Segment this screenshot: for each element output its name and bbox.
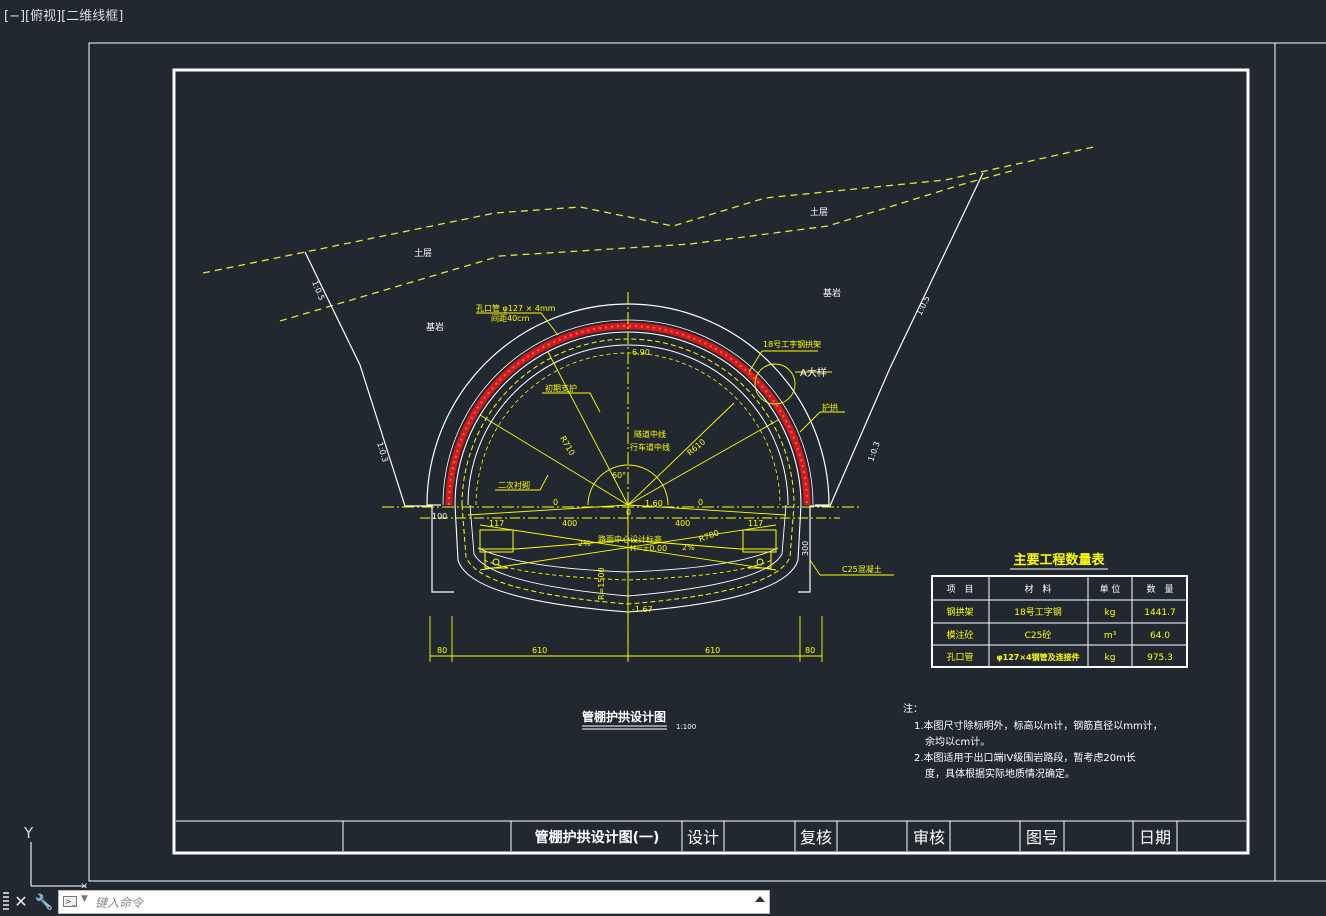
dim-angle: 60°: [612, 471, 626, 480]
dim-r1500: R=1500: [597, 567, 606, 600]
dim-80-right: 80: [805, 646, 815, 655]
bottom-dimension-lines: [429, 616, 823, 662]
dim-top-elev: 6.90: [632, 348, 650, 357]
paper-sheet-border: [88, 42, 1326, 882]
chevron-up-icon[interactable]: [755, 896, 765, 902]
slope-label-upper-left: 1:0.5: [310, 279, 326, 301]
callout-secondary-lining: 二次衬砌: [498, 480, 530, 490]
drawing-canvas[interactable]: 管棚护拱设计图(一) 设计 复核 审核 图号 日期 1:0.5 1:0.5 1:…: [0, 0, 1326, 888]
soil-boundary-lines: [202, 145, 1099, 322]
title-block-date: 日期: [1139, 828, 1171, 847]
dim-r780: R780: [698, 528, 721, 544]
dim-r710: R710: [558, 435, 576, 458]
table-cell: 孔口管: [946, 651, 973, 663]
table-header-cell: 项 目: [946, 584, 973, 595]
dim-400-right: 400: [675, 519, 690, 528]
title-block-review: 复核: [800, 828, 832, 847]
dim-100: 100: [432, 512, 447, 521]
callout-lane-center: 行车道中线: [630, 442, 670, 452]
dim-zero-right: 0: [698, 498, 703, 507]
dim-zero-mid: 0: [626, 508, 631, 517]
command-input[interactable]: [93, 892, 737, 914]
drawing-title: 管棚护拱设计图: [582, 709, 666, 724]
table-cell: 模注砼: [946, 629, 973, 641]
ucs-icon: Y ×: [23, 824, 88, 888]
close-icon[interactable]: ✕: [10, 890, 32, 914]
drawing-frame: [172, 68, 1250, 855]
title-block-design: 设计: [687, 828, 719, 847]
table-header-cell: 数 量: [1146, 583, 1173, 595]
callout-steel-arch: 18号工字钢拱架: [763, 339, 821, 349]
slope-label-upper-right: 1:0.5: [915, 294, 932, 316]
dim-117-left: 117: [489, 519, 504, 528]
slope-label-lower-right: 1:0.3: [866, 440, 881, 462]
drawing-scale: 1:100: [676, 723, 696, 731]
layer-label-bedrock-left: 基岩: [426, 321, 444, 333]
notes-heading: 注：: [903, 702, 923, 715]
notes-line-1: 1.本图尺寸除标明外，标高以m计，钢筋直径以mm计，: [914, 719, 1163, 732]
dim-610-left: 610: [532, 646, 547, 655]
callout-detail-a: A大样: [800, 366, 827, 379]
callout-road-design-elev: 路面中心设计标高: [598, 534, 662, 544]
quantity-table-title: 主要工程数量表: [1013, 552, 1105, 568]
dim-zero-left: 0: [553, 498, 558, 507]
table-cell: φ127×4钢管及连接件: [996, 652, 1079, 662]
dim-300: 300: [801, 541, 810, 556]
table-cell: C25砼: [1025, 629, 1052, 641]
dim-slope-left: 2%: [578, 539, 591, 548]
layer-label-bedrock-right: 基岩: [823, 287, 841, 299]
notes-line-2: 余均以cm计。: [925, 735, 990, 748]
dim-117-right: 117: [748, 519, 763, 528]
ucs-y-label: Y: [23, 824, 34, 842]
command-line-bar: ✕ 🔧 >_ ▼: [0, 888, 1326, 916]
table-cell: 18号工字钢: [1014, 606, 1061, 618]
table-header-cell: 单 位: [1100, 583, 1121, 595]
dim-400-left: 400: [562, 519, 577, 528]
table-cell: 钢拱架: [946, 606, 973, 618]
slope-label-lower-left: 1:0.3: [375, 441, 390, 463]
table-cell: kg: [1105, 608, 1116, 618]
callout-concrete: C25混凝土: [842, 564, 882, 574]
table-cell: 64.0: [1150, 631, 1170, 641]
callout-spacing: 间距40cm: [491, 314, 530, 323]
ucs-x-mark: ×: [80, 881, 88, 888]
title-block-approve: 审核: [913, 828, 945, 847]
wrench-icon[interactable]: 🔧: [33, 890, 55, 914]
layer-label-soil-right: 土层: [810, 206, 828, 218]
callout-elev-zero: H=±0.00: [630, 544, 667, 553]
notes-line-4: 度，具体根据实际地质情况确定。: [925, 767, 1075, 780]
command-line-grip[interactable]: [3, 892, 9, 912]
dim-80-left: 80: [437, 646, 447, 655]
chevron-down-icon[interactable]: ▼: [81, 894, 88, 904]
table-cell: 1441.7: [1144, 608, 1176, 618]
excavation-slopes: [304, 172, 984, 593]
dim-slope-right: 2%: [682, 543, 695, 552]
command-input-wrapper[interactable]: >_ ▼: [58, 890, 770, 914]
table-header-cell: 材 料: [1024, 583, 1051, 595]
table-cell: 975.3: [1147, 653, 1173, 663]
layer-label-soil-left: 土层: [414, 247, 432, 259]
table-cell: m³: [1104, 631, 1117, 641]
callout-guard-arch: 护拱: [822, 402, 838, 412]
command-prompt-icon[interactable]: >_: [63, 896, 77, 907]
title-block-drawing-name: 管棚护拱设计图(一): [535, 829, 660, 846]
dim-r610: R610: [686, 437, 708, 457]
notes: 注： 1.本图尺寸除标明外，标高以m计，钢筋直径以mm计， 余均以cm计。 2.…: [903, 702, 1163, 780]
table-cell: kg: [1105, 653, 1116, 663]
callout-tunnel-center: 隧道中线: [634, 429, 666, 439]
dim-mid-elev: 1.60: [645, 499, 663, 508]
notes-line-3: 2.本图适用于出口端IV级围岩路段，暂考虑20m长: [914, 751, 1136, 764]
dim-610-right: 610: [705, 646, 720, 655]
callout-pipe: 孔口管 φ127 × 4mm: [476, 303, 556, 313]
dim-bottom-elev: -1.67: [632, 605, 653, 614]
title-block-drawing-no: 图号: [1026, 828, 1058, 847]
callout-primary-support: 初期支护: [545, 383, 577, 393]
